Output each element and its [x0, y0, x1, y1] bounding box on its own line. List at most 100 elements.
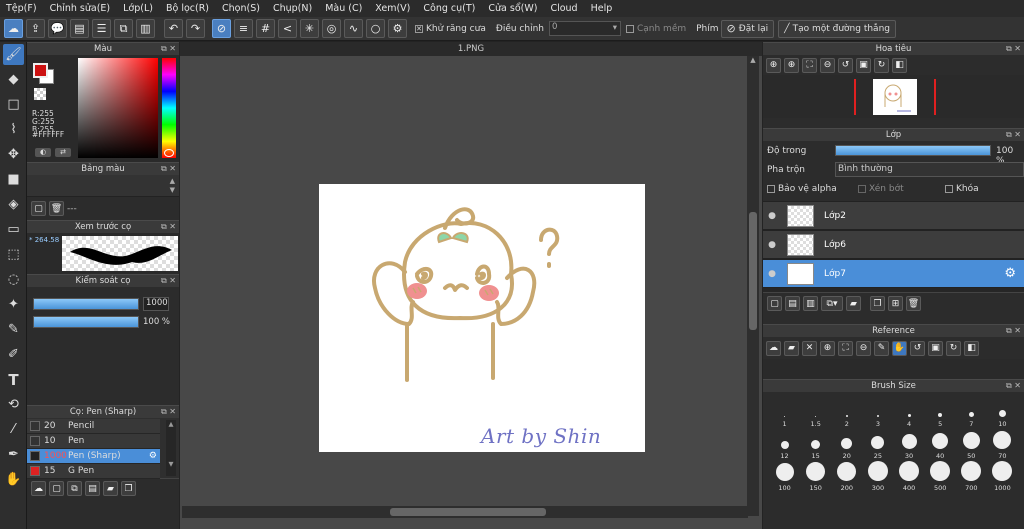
eraser-tool-icon[interactable]: ◆ [3, 69, 24, 90]
brush-tool-icon[interactable]: 🖌 [3, 44, 24, 65]
new-layer-icon[interactable]: ▢ [767, 296, 782, 311]
brush-size-option[interactable]: 40 [927, 433, 953, 460]
clipping-option[interactable]: Xén bớt [858, 184, 904, 194]
fit-screen-icon[interactable]: ⛶ [838, 340, 853, 356]
redo-icon[interactable]: ↷ [186, 19, 205, 38]
primary-color-swatch[interactable] [33, 63, 48, 78]
book-icon[interactable]: ▥ [136, 19, 155, 38]
brush-size-value[interactable]: 1000 [143, 297, 169, 311]
new-brush-icon[interactable]: ▢ [49, 481, 64, 496]
panel-close-icon[interactable]: ⧉ ✕ [161, 163, 176, 175]
merge-layer-icon[interactable]: ⊞ [888, 296, 903, 311]
dotted-line-tool-icon[interactable]: ⌇ [3, 119, 24, 140]
pick-color-icon[interactable]: ✎ [874, 340, 889, 356]
delete-palette-icon[interactable]: 🗑 [49, 201, 64, 216]
brush-size-option[interactable]: 30 [896, 434, 922, 460]
menu-window[interactable]: Cửa sổ(W) [488, 3, 537, 14]
hand-tool-icon[interactable]: ✋ [3, 469, 24, 490]
gear-icon[interactable]: ⚙ [1004, 266, 1016, 281]
rotate-left-icon[interactable]: ↺ [838, 57, 853, 73]
undo-icon[interactable]: ↶ [164, 19, 183, 38]
operation-tool-icon[interactable]: ⟲ [3, 394, 24, 415]
reset-button[interactable]: ⊘ Đặt lại [720, 19, 775, 38]
vertical-scroll-thumb[interactable] [749, 212, 757, 330]
drawing-canvas[interactable]: Art by Shin [319, 184, 645, 452]
new-layer-icon[interactable]: ▥ [803, 296, 818, 311]
layer-row[interactable]: ● Lớp2 [763, 201, 1024, 230]
protect-alpha-checkbox[interactable] [767, 185, 775, 193]
gradient-tool-icon[interactable]: ▭ [3, 219, 24, 240]
no-snap-icon[interactable]: ⊘ [212, 19, 231, 38]
brush-size-option[interactable]: 700 [958, 461, 984, 492]
fill-rect-tool-icon[interactable]: ■ [3, 169, 24, 190]
brush-size-slider[interactable] [33, 298, 139, 310]
layer-row[interactable]: ● Lớp7 ⚙ [763, 259, 1024, 288]
panel-close-icon[interactable]: ⧉ ✕ [1006, 129, 1021, 141]
brush-list-item[interactable]: 20 Pencil [27, 419, 160, 434]
menu-color[interactable]: Màu (C) [325, 3, 362, 14]
fit-icon[interactable]: ▣ [856, 57, 871, 73]
panel-close-icon[interactable]: ⧉ ✕ [161, 221, 176, 233]
document-tab[interactable]: 1.PNG [180, 42, 762, 56]
brush-size-option[interactable]: 2 [834, 415, 860, 428]
concentric-snap-icon[interactable]: ◎ [322, 19, 341, 38]
hue-slider-handle[interactable] [164, 149, 174, 157]
eye-icon[interactable]: ● [763, 269, 781, 279]
lasso-tool-icon[interactable]: ◌ [3, 269, 24, 290]
add-layer-dropdown-icon[interactable]: ⧉▾ [821, 296, 843, 311]
brush-list-item[interactable]: 1000 Pen (Sharp) ⚙ [27, 449, 160, 464]
move-tool-icon[interactable]: ✥ [3, 144, 24, 165]
create-line-button[interactable]: ╱ Tạo một đường thẳng [778, 19, 896, 38]
duplicate-layer-icon[interactable]: ❐ [870, 296, 885, 311]
protect-alpha-option[interactable]: Bảo vệ alpha [767, 184, 837, 194]
lock-checkbox[interactable] [945, 185, 953, 193]
add-brush-icon[interactable]: ⧉ [67, 481, 82, 496]
fit-screen-icon[interactable]: ⛶ [802, 57, 817, 73]
gear-icon[interactable]: ⚙ [149, 451, 157, 461]
rotate-right-icon[interactable]: ↻ [874, 57, 889, 73]
brush-size-option[interactable]: 400 [896, 461, 922, 492]
brush-list-scrollbar[interactable]: ▲ ▼ [166, 420, 176, 476]
new-layer-icon[interactable]: ▤ [785, 296, 800, 311]
brush-size-option[interactable]: 3 [865, 414, 891, 428]
brush-size-option[interactable]: 20 [834, 438, 860, 460]
select-eraser-tool-icon[interactable]: ✐ [3, 344, 24, 365]
panel-close-icon[interactable]: ⧉ ✕ [1006, 325, 1021, 337]
palette-scroll-icon[interactable]: ▲ ▼ [170, 177, 175, 195]
panel-close-icon[interactable]: ⧉ ✕ [1006, 380, 1021, 392]
document-icon[interactable]: ▤ [70, 19, 89, 38]
brush-size-option[interactable]: 1.5 [803, 415, 829, 428]
rotate-left-icon[interactable]: ↺ [910, 340, 925, 356]
brush-settings-icon[interactable]: ▤ [85, 481, 100, 496]
zoom-out-icon[interactable]: ⊖ [820, 57, 835, 73]
soft-edge-option[interactable]: Cạnh mềm [625, 24, 686, 34]
hue-slider[interactable] [162, 58, 176, 158]
magic-wand-tool-icon[interactable]: ✦ [3, 294, 24, 315]
color-swap-icon[interactable]: ⇄ [55, 148, 71, 157]
zoom-in-icon[interactable]: ⊕ [784, 57, 799, 73]
adjust-dropdown[interactable]: 0 [548, 21, 621, 36]
zoom-in-icon[interactable]: ⊕ [820, 340, 835, 356]
antialias-checkbox[interactable]: ✕ [415, 24, 423, 33]
text-tool-icon[interactable]: T [3, 369, 24, 390]
menu-view[interactable]: Xem(V) [375, 3, 410, 14]
layers-icon[interactable]: ⧉ [114, 19, 133, 38]
select-tool-icon[interactable]: ⬚ [3, 244, 24, 265]
bucket-tool-icon[interactable]: ◈ [3, 194, 24, 215]
brush-size-option[interactable]: 500 [927, 461, 953, 492]
flip-icon[interactable]: ◧ [892, 57, 907, 73]
lock-option[interactable]: Khóa [945, 184, 979, 194]
parallel-snap-icon[interactable]: ≡ [234, 19, 253, 38]
navigator-preview[interactable] [763, 75, 1024, 118]
flip-icon[interactable]: ◧ [964, 340, 979, 356]
list-icon[interactable]: ☰ [92, 19, 111, 38]
brush-size-option[interactable]: 4 [896, 414, 922, 428]
layer-row[interactable]: ● Lớp6 [763, 230, 1024, 259]
export-icon[interactable]: ⇪ [26, 19, 45, 38]
brush-size-option[interactable]: 100 [772, 463, 798, 492]
brush-size-option[interactable]: 25 [865, 436, 891, 460]
open-folder-icon[interactable]: ▰ [784, 340, 799, 356]
eye-icon[interactable]: ● [763, 240, 781, 250]
radial-snap-icon[interactable]: ✳ [300, 19, 319, 38]
circle-snap-icon[interactable]: ○ [366, 19, 385, 38]
